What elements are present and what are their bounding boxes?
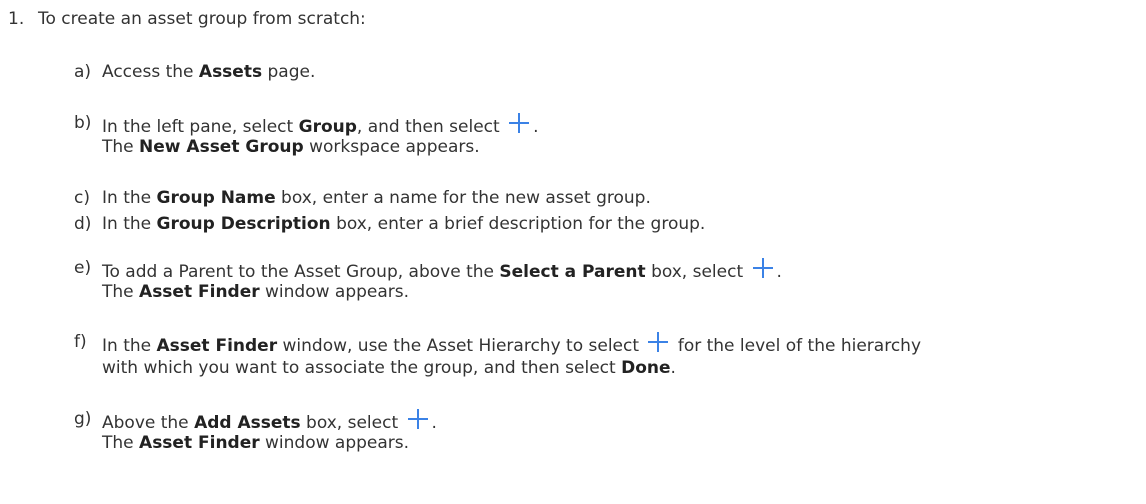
text-run: window, use the Asset Hierarchy to selec…	[277, 336, 645, 356]
text-run: , and then select	[356, 117, 506, 137]
ui-term-group-description: Group Description	[156, 214, 331, 234]
text-run: workspace appears.	[303, 137, 480, 157]
text-run: for the level of the hierarchy	[672, 336, 922, 356]
substep-text: In the Group Description box, enter a br…	[102, 212, 705, 236]
substep-label: e)	[74, 258, 92, 278]
substep-label: a)	[74, 62, 92, 82]
text-run: In the	[102, 336, 157, 356]
ui-term-assets: Assets	[198, 62, 263, 82]
text-run: The	[102, 433, 140, 453]
ui-term-add-assets: Add Assets	[194, 413, 301, 433]
text-run: .	[776, 262, 782, 282]
text-run: box, select	[300, 413, 404, 433]
substep-label: b)	[74, 113, 92, 133]
ui-term-asset-finder: Asset Finder	[156, 336, 278, 356]
ui-term-new-asset-group: New Asset Group	[139, 137, 304, 157]
text-run: with which you want to associate the gro…	[102, 358, 622, 378]
ui-term-group-name: Group Name	[156, 188, 276, 208]
result-text: The New Asset Group workspace appears.	[102, 135, 480, 159]
text-run: .	[431, 413, 437, 433]
continuation-text: with which you want to associate the gro…	[102, 356, 676, 380]
text-run: Above the	[102, 413, 195, 433]
text-run: In the	[102, 188, 157, 208]
plus-icon	[506, 111, 532, 135]
ui-term-done: Done	[621, 358, 671, 378]
document: 1. To create an asset group from scratch…	[0, 0, 1146, 504]
result-text: The Asset Finder window appears.	[102, 280, 409, 304]
substep-text: In the Group Name box, enter a name for …	[102, 186, 651, 210]
substep-text: In the Asset Finder window, use the Asse…	[102, 330, 921, 358]
step-number: 1.	[8, 9, 25, 29]
substep-text: Access the Assets page.	[102, 60, 315, 84]
text-run: window appears.	[259, 282, 410, 302]
text-run: To add a Parent to the Asset Group, abov…	[102, 262, 500, 282]
plus-icon	[750, 256, 776, 280]
text-run: The	[102, 282, 140, 302]
substep-label: d)	[74, 214, 92, 234]
text-run: .	[533, 117, 539, 137]
substep-label: f)	[74, 332, 87, 352]
text-run: box, select	[645, 262, 749, 282]
ui-term-asset-finder: Asset Finder	[139, 433, 260, 453]
ui-term-group: Group	[298, 117, 357, 137]
plus-icon	[645, 330, 671, 354]
substep-label: g)	[74, 409, 92, 429]
step-text: To create an asset group from scratch:	[38, 9, 366, 29]
text-run: box, enter a brief description for the g…	[330, 214, 706, 234]
text-run: In the left pane, select	[102, 117, 299, 137]
text-run: window appears.	[259, 433, 410, 453]
text-run: page.	[262, 62, 316, 82]
text-run: box, enter a name for the new asset grou…	[275, 188, 651, 208]
text-run: Access the	[102, 62, 199, 82]
ui-term-asset-finder: Asset Finder	[139, 282, 260, 302]
result-text: The Asset Finder window appears.	[102, 431, 409, 455]
text-run: In the	[102, 214, 157, 234]
ui-term-select-a-parent: Select a Parent	[499, 262, 646, 282]
substep-label: c)	[74, 188, 90, 208]
text-run: .	[670, 358, 676, 378]
text-run: The	[102, 137, 140, 157]
plus-icon	[405, 407, 431, 431]
